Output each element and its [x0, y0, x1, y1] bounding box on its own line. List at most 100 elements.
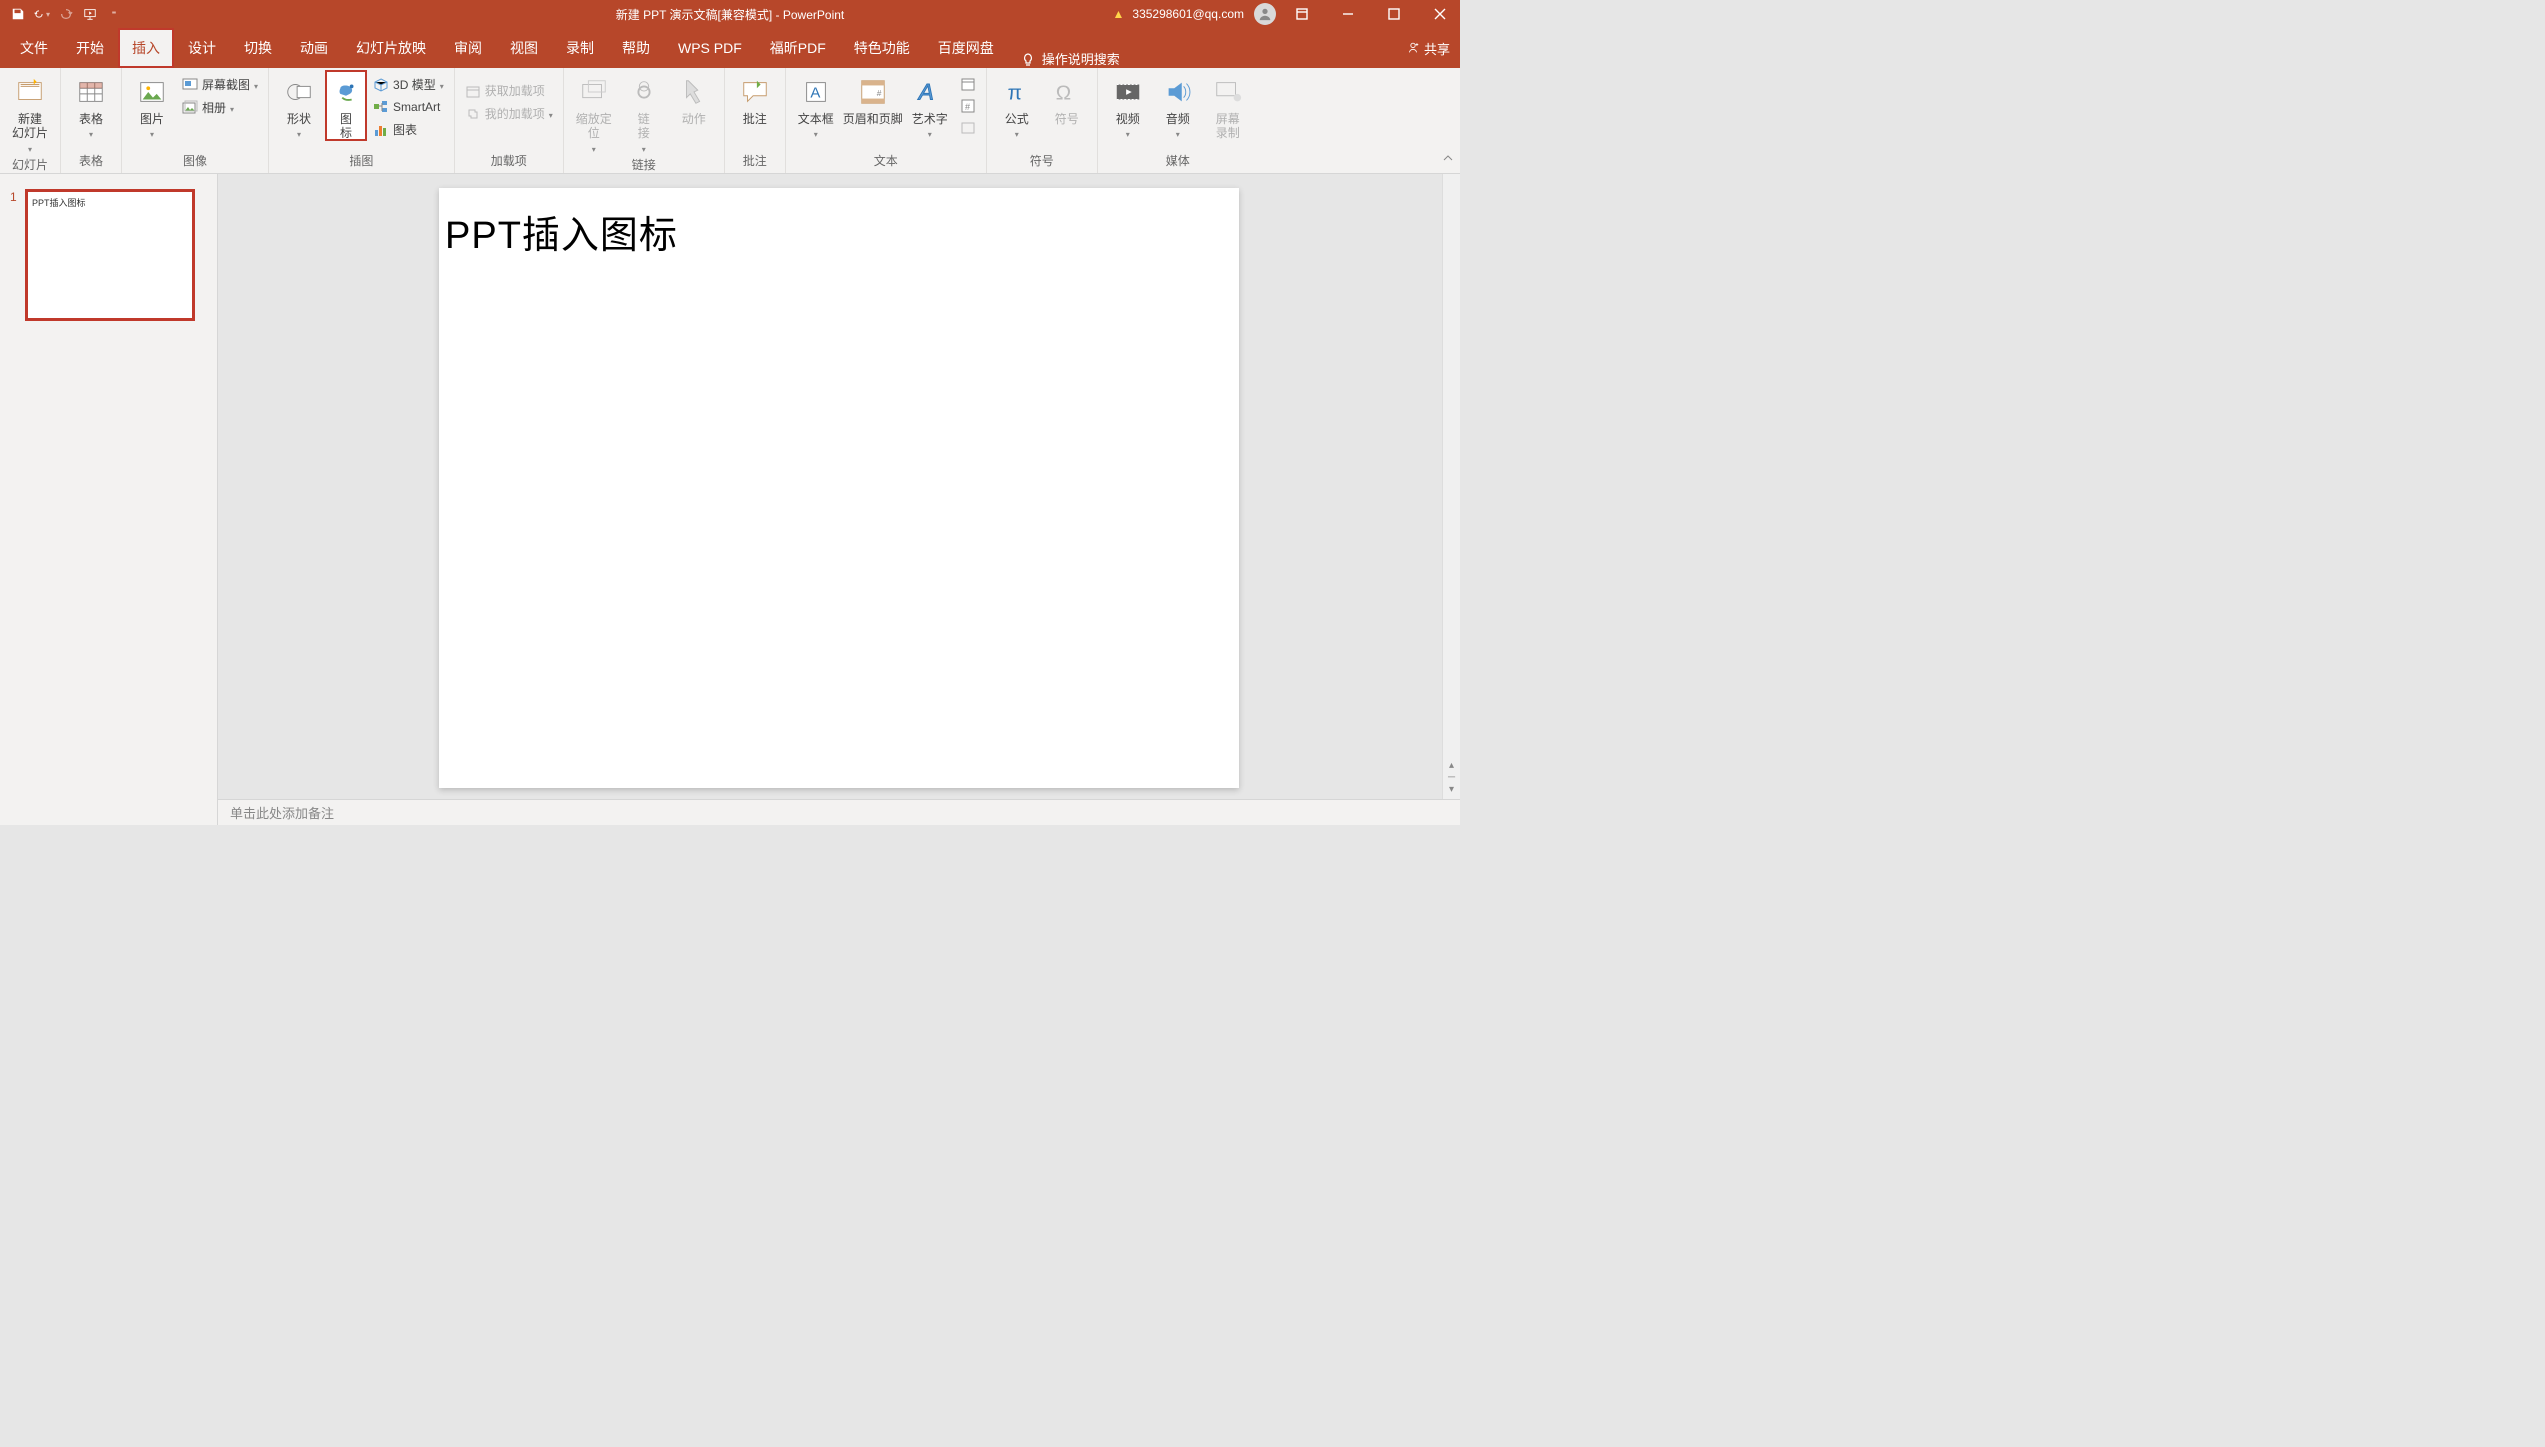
- tab-home[interactable]: 开始: [62, 28, 118, 68]
- object-button[interactable]: [956, 118, 980, 138]
- tab-wpspdf[interactable]: WPS PDF: [664, 28, 756, 68]
- warning-icon[interactable]: ▲: [1113, 7, 1125, 21]
- shapes-label: 形状: [287, 112, 311, 126]
- smartart-button[interactable]: SmartArt: [369, 97, 448, 117]
- 3d-model-button[interactable]: 3D 模型: [369, 74, 448, 95]
- qat-customize-icon[interactable]: ⁼: [106, 6, 122, 22]
- tab-record[interactable]: 录制: [552, 28, 608, 68]
- screenshot-icon: [182, 77, 198, 93]
- chevron-down-icon: [814, 130, 818, 140]
- chevron-down-icon: [642, 145, 646, 155]
- group-addins-label: 加载项: [461, 150, 557, 173]
- tab-foxitpdf[interactable]: 福昕PDF: [756, 28, 840, 68]
- thumb-number: 1: [10, 190, 20, 320]
- wordart-button[interactable]: A 艺术字: [906, 70, 954, 140]
- equation-button[interactable]: π 公式: [993, 70, 1041, 140]
- group-symbols-label: 符号: [993, 150, 1091, 173]
- tab-animations[interactable]: 动画: [286, 28, 342, 68]
- chart-button[interactable]: 图表: [369, 119, 448, 140]
- thumbnail-preview[interactable]: PPT插入图标: [26, 190, 194, 320]
- tab-baidu[interactable]: 百度网盘: [924, 28, 1008, 68]
- slide-title-text[interactable]: PPT插入图标: [445, 204, 1233, 259]
- new-slide-button[interactable]: 新建 幻灯片: [6, 70, 54, 154]
- slide-stage[interactable]: PPT插入图标: [218, 174, 1460, 799]
- screen-recording-button[interactable]: 屏幕 录制: [1204, 70, 1252, 141]
- vertical-scrollbar[interactable]: ▴ ─ ▾: [1442, 174, 1460, 799]
- textbox-button[interactable]: A 文本框: [792, 70, 840, 140]
- headerfooter-button[interactable]: # 页眉和页脚: [842, 70, 904, 126]
- my-addins-button[interactable]: 我的加载项: [461, 103, 557, 124]
- video-button[interactable]: 视频: [1104, 70, 1152, 140]
- my-addins-label: 我的加载项: [485, 105, 545, 122]
- date-time-button[interactable]: [956, 74, 980, 94]
- tab-features[interactable]: 特色功能: [840, 28, 924, 68]
- ribbon-display-icon[interactable]: [1282, 0, 1322, 28]
- screenrec-label: 屏幕 录制: [1216, 112, 1240, 141]
- maximize-icon[interactable]: [1374, 0, 1414, 28]
- tab-design[interactable]: 设计: [174, 28, 230, 68]
- titlebar-right: ▲ 335298601@qq.com: [1113, 0, 1461, 28]
- group-illustrations: 形状 图 标 3D 模型 SmartArt 图表: [269, 68, 455, 173]
- prev-slide-icon[interactable]: ▴: [1449, 761, 1454, 771]
- slide-number-button[interactable]: #: [956, 96, 980, 116]
- slide-thumbnail[interactable]: 1 PPT插入图标: [10, 190, 207, 320]
- chevron-down-icon: [1176, 130, 1180, 140]
- link-icon: [628, 76, 660, 108]
- workspace: 1 PPT插入图标 PPT插入图标 单击此处添加备注 ▴ ─ ▾: [0, 174, 1460, 825]
- screenshot-button[interactable]: 屏幕截图: [178, 74, 262, 95]
- zoom-button[interactable]: 缩放定 位: [570, 70, 618, 154]
- svg-text:π: π: [1007, 82, 1021, 105]
- chart-icon: [373, 122, 389, 138]
- tab-slideshow[interactable]: 幻灯片放映: [342, 28, 440, 68]
- chevron-down-icon: [150, 130, 154, 140]
- equation-icon: π: [1001, 76, 1033, 108]
- tab-transitions[interactable]: 切换: [230, 28, 286, 68]
- save-icon[interactable]: [10, 6, 26, 22]
- group-links: 缩放定 位 链 接 动作 链接: [564, 68, 725, 173]
- action-button[interactable]: 动作: [670, 70, 718, 126]
- tab-insert[interactable]: 插入: [118, 28, 174, 68]
- get-addins-label: 获取加载项: [485, 82, 545, 99]
- shapes-button[interactable]: 形状: [275, 70, 323, 140]
- tab-review[interactable]: 审阅: [440, 28, 496, 68]
- audio-button[interactable]: 音频: [1154, 70, 1202, 140]
- wordart-label: 艺术字: [912, 112, 948, 126]
- textbox-label: 文本框: [798, 112, 834, 126]
- smartart-icon: [373, 99, 389, 115]
- group-image-label: 图像: [128, 150, 262, 173]
- notes-pane[interactable]: 单击此处添加备注: [218, 799, 1460, 825]
- user-email[interactable]: 335298601@qq.com: [1132, 7, 1244, 21]
- link-button[interactable]: 链 接: [620, 70, 668, 154]
- 3d-model-icon: [373, 77, 389, 93]
- album-button[interactable]: 相册: [178, 97, 262, 118]
- tell-me-search[interactable]: 操作说明搜索: [1042, 49, 1120, 68]
- undo-icon[interactable]: [34, 6, 50, 22]
- tab-view[interactable]: 视图: [496, 28, 552, 68]
- collapse-ribbon-icon[interactable]: [1442, 151, 1454, 169]
- get-addins-button[interactable]: 获取加载项: [461, 80, 557, 101]
- new-slide-icon: [14, 76, 46, 108]
- ribbon-tabs: 文件 开始 插入 设计 切换 动画 幻灯片放映 审阅 视图 录制 帮助 WPS …: [0, 28, 1460, 68]
- avatar[interactable]: [1254, 3, 1276, 25]
- next-slide-icon[interactable]: ▾: [1449, 785, 1454, 795]
- picture-button[interactable]: 图片: [128, 70, 176, 140]
- tab-file[interactable]: 文件: [6, 28, 62, 68]
- scrollbar-thumb[interactable]: [1446, 204, 1457, 234]
- redo-icon[interactable]: [58, 6, 74, 22]
- zoom-icon: [578, 76, 610, 108]
- icons-button[interactable]: 图 标: [325, 70, 367, 141]
- slideshow-start-icon[interactable]: [82, 6, 98, 22]
- comment-button[interactable]: 批注: [731, 70, 779, 126]
- tab-help[interactable]: 帮助: [608, 28, 664, 68]
- video-icon: [1112, 76, 1144, 108]
- table-button[interactable]: 表格: [67, 70, 115, 140]
- number-icon: #: [960, 98, 976, 114]
- thumbnails-pane[interactable]: 1 PPT插入图标: [0, 174, 218, 825]
- share-button[interactable]: 共享: [1406, 28, 1450, 68]
- action-label: 动作: [682, 112, 706, 126]
- headerfooter-icon: #: [857, 76, 889, 108]
- slide-canvas[interactable]: PPT插入图标: [439, 188, 1239, 788]
- minimize-icon[interactable]: [1328, 0, 1368, 28]
- symbol-button[interactable]: Ω 符号: [1043, 70, 1091, 126]
- close-icon[interactable]: [1420, 0, 1460, 28]
